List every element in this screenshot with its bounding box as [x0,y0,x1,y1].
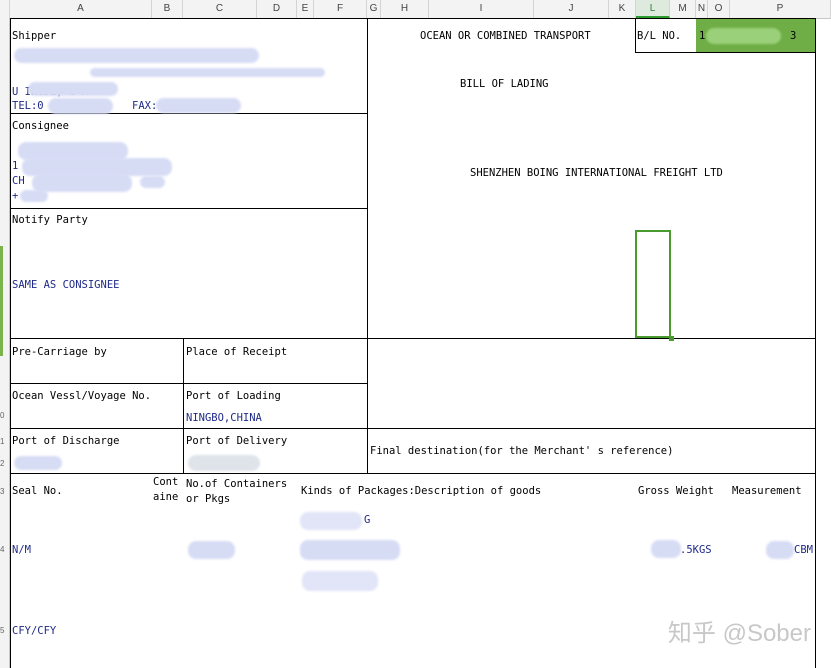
fill-handle[interactable] [669,336,674,341]
col-N[interactable]: N [696,0,708,18]
kinds-of-packages-label: Kinds of Packages:Description of goods [301,485,542,497]
col-F[interactable]: F [314,0,367,18]
consignee-line-1: 1 [12,160,19,172]
col-M[interactable]: M [670,0,696,18]
redacted-goods-line-1 [300,512,362,530]
redacted-shipper-address-2 [28,82,118,96]
form-top-border [10,18,816,19]
row-number[interactable]: 3 [0,487,9,496]
redacted-fax [156,98,241,113]
corner-cell[interactable] [0,0,10,18]
redacted-container-count [188,541,235,559]
marks-value: N/M [12,544,31,556]
col-J[interactable]: J [534,0,609,18]
col-G[interactable]: G [367,0,381,18]
consignee-bottom [10,208,367,209]
redacted-goods-line-2 [300,540,400,560]
measurement-value-suffix: CBM [794,544,813,556]
row-number[interactable]: 2 [0,459,9,468]
container-label-1: Cont [153,476,179,488]
col-I[interactable]: I [429,0,534,18]
port-of-loading-value: NINGBO,CHINA [186,412,262,424]
container-label-2: aine [153,491,179,503]
consignee-line-2: CH [12,175,25,187]
redacted-goods-line-3 [302,571,378,591]
redacted-consignee-phone [20,190,48,202]
bl-number-suffix: 3 [790,30,797,42]
containers-pkgs-label-2: or Pkgs [186,493,231,505]
seal-no-label: Seal No. [12,485,63,497]
redacted-port-of-delivery [188,455,260,471]
routing-divider [183,338,184,473]
bl-box-bottom [635,52,816,53]
col-E[interactable]: E [297,0,314,18]
consignee-label: Consignee [12,120,69,132]
measurement-label: Measurement [732,485,802,497]
col-H[interactable]: H [381,0,429,18]
col-K[interactable]: K [609,0,636,18]
notify-bottom [10,338,816,339]
bill-of-lading-title: BILL OF LADING [460,78,549,90]
column-header-bar: A B C D E F G H I J K L M N O P [0,0,831,19]
notify-party-value: SAME AS CONSIGNEE [12,279,120,291]
col-C[interactable]: C [183,0,257,18]
form-left-border [10,18,11,668]
row-number[interactable]: 5 [0,626,9,635]
port-of-delivery-label: Port of Delivery [186,435,288,447]
redacted-shipper-address [90,68,325,77]
bl-number-value: 1 [699,30,706,42]
row-number[interactable]: 4 [0,545,9,554]
redacted-bl-number [706,28,781,44]
active-cell-selection[interactable] [635,230,671,338]
col-L[interactable]: L [636,0,670,18]
shipper-tel-label: TEL:0 [12,100,44,112]
form-middle-divider [367,18,368,473]
row-divider-2 [10,428,816,429]
form-right-border [815,18,816,668]
col-B[interactable]: B [152,0,183,18]
service-terms-value: CFY/CFY [12,625,57,637]
row-divider-1 [10,383,367,384]
redacted-weight [651,540,681,558]
redacted-consignee-address-3 [140,176,165,188]
row-selection-marker [0,246,3,356]
shipper-label: Shipper [12,30,57,42]
pre-carriage-label: Pre-Carriage by [12,346,107,358]
notify-party-label: Notify Party [12,214,88,226]
watermark: 知乎 @Sober [667,620,811,647]
gross-weight-label: Gross Weight [638,485,714,497]
consignee-line-3: + [12,190,19,202]
row-number[interactable]: 1 [0,437,9,446]
row-number[interactable]: 0 [0,411,9,420]
containers-pkgs-label-1: No.of Containers [186,478,288,490]
col-A[interactable]: A [10,0,152,18]
redacted-measurement [766,541,794,559]
port-of-discharge-label: Port of Discharge [12,435,120,447]
place-of-receipt-label: Place of Receipt [186,346,288,358]
row-header-bar [0,18,10,668]
row-divider-3 [10,473,816,474]
redacted-consignee-address-2 [32,174,132,192]
vessel-voyage-label: Ocean Vessl/Voyage No. [12,390,152,402]
final-destination-label: Final destination(for the Merchant' s re… [370,445,674,457]
port-of-loading-label: Port of Loading [186,390,281,402]
col-D[interactable]: D [257,0,297,18]
bl-box-divider [635,18,636,53]
col-O[interactable]: O [708,0,730,18]
goods-desc-suffix: G [364,514,371,526]
transport-title: OCEAN OR COMBINED TRANSPORT [420,30,591,42]
redacted-shipper-name [14,48,259,63]
shipper-fax-label: FAX: [132,100,158,112]
bl-number-label: B/L NO. [637,30,682,42]
col-P[interactable]: P [730,0,831,18]
carrier-company-name: SHENZHEN BOING INTERNATIONAL FREIGHT LTD [470,167,723,179]
redacted-port-of-discharge [14,456,62,470]
gross-weight-value-suffix: .5KGS [680,544,712,556]
redacted-tel [48,98,113,114]
